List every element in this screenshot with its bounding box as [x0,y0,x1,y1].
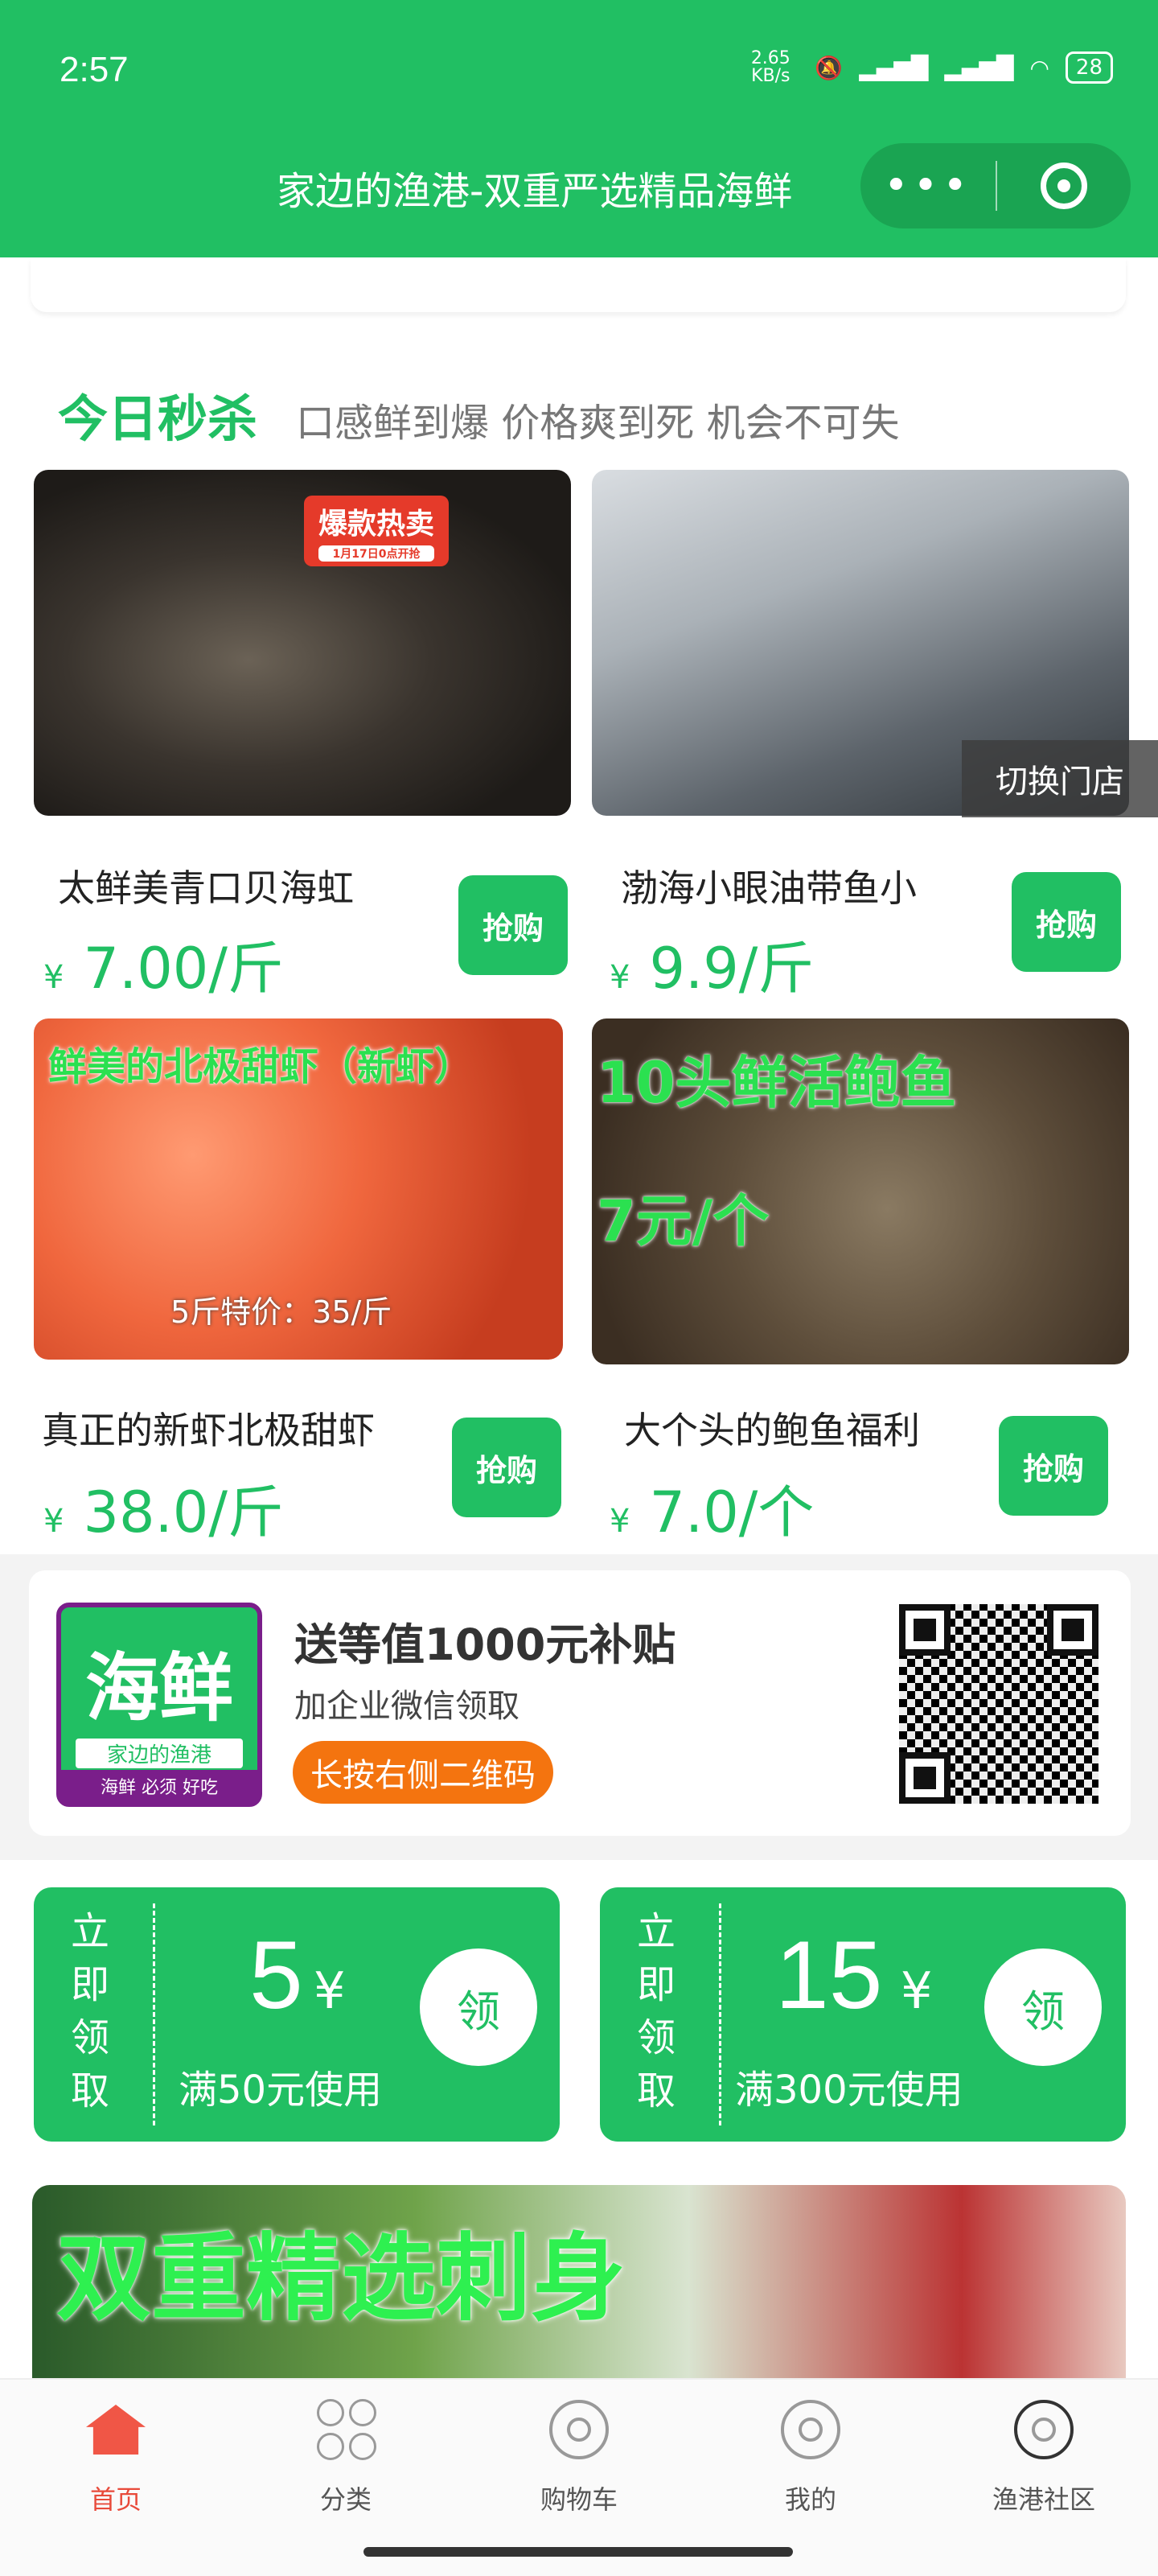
qr-code[interactable] [896,1601,1102,1807]
tab-label: 购物车 [540,2484,618,2515]
status-icons: 2.65 KB/s 🔕 ▂▄▆█ ▂▄▆█ ◠ 28 [742,50,1113,85]
price-value: 7.0/个 [649,1479,815,1545]
coupon-amount: 15 [775,1921,883,2029]
yen-symbol: ¥ [610,959,630,996]
status-bar: 2:57 2.65 KB/s 🔕 ▂▄▆█ ▂▄▆█ ◠ 28 [0,0,1158,129]
tab-label: 我的 [784,2484,836,2515]
yen-symbol: ¥ [610,1503,630,1540]
tab-label: 首页 [89,2484,142,2515]
image-caption: 5斤特价：35/斤 [170,1294,392,1330]
coupon-side-label: 立即领取 [71,1909,110,2113]
buy-button[interactable]: 抢购 [1012,872,1121,972]
flash-sale-subtitle: 口感鲜到爆 价格爽到死 机会不可失 [296,401,900,446]
tab-label: 渔港社区 [992,2484,1095,2515]
home-icon [84,2397,148,2462]
tab-community[interactable]: 渔港社区 [963,2397,1124,2516]
top-card-edge [31,257,1126,312]
product-price: ¥9.9/斤 [610,924,814,1005]
hot-badge-date: 1月17日0点开抢 [318,545,435,562]
profile-icon [778,2397,843,2462]
product-image-shrimp[interactable]: 鲜美的北极甜虾（新虾） 5斤特价：35/斤 [34,1018,563,1360]
community-icon [1012,2397,1076,2462]
close-button[interactable] [997,163,1131,209]
coupon-card[interactable]: 立即领取 15 ¥ 满300元使用 领 [600,1887,1126,2142]
image-caption: 7元/个 [597,1188,770,1254]
product-name[interactable]: 太鲜美青口贝海虹 [58,859,354,912]
flash-sale-header: 今日秒杀 口感鲜到爆 价格爽到死 机会不可失 [58,378,900,451]
net-speed: 2.65 KB/s [750,48,790,86]
price-value: 9.9/斤 [649,936,815,1002]
promo-hint-pill: 长按右侧二维码 [293,1741,553,1804]
product-card[interactable]: 鲜美的北极甜虾（新虾） 5斤特价：35/斤 真正的新虾北极甜虾 ¥38.0/斤 … [34,1018,571,1549]
tab-category[interactable]: 分类 [265,2397,426,2516]
status-time: 2:57 [60,50,129,89]
coupon-condition: 满300元使用 [735,2068,963,2113]
wechat-promo-card[interactable]: 海鲜 家边的渔港 海鲜 必须 好吃 送等值1000元补贴 加企业微信领取 长按右… [29,1570,1131,1836]
logo-subtext: 家边的渔港 [76,1739,243,1768]
buy-button[interactable]: 抢购 [452,1418,561,1517]
image-caption: 鲜美的北极甜虾（新虾） [48,1044,474,1089]
buy-button[interactable]: 抢购 [458,875,568,975]
product-name[interactable]: 真正的新虾北极甜虾 [42,1401,375,1455]
category-icon [314,2397,378,2462]
coupon-divider [153,1903,155,2125]
image-caption: 10头鲜活鲍鱼 [597,1050,957,1116]
product-card[interactable]: 爆款热卖 1月17日0点开抢 太鲜美青口贝海虹 ¥7.00/斤 抢购 [34,470,571,1002]
banner-text: 双重精选刺身 [56,2223,626,2334]
product-price: ¥7.0/个 [610,1467,814,1549]
home-indicator [363,2547,793,2557]
buy-button[interactable]: 抢购 [999,1416,1108,1516]
coupon-card[interactable]: 立即领取 5 ¥ 满50元使用 领 [34,1887,560,2142]
coupon-condition: 满50元使用 [179,2068,383,2113]
mute-icon: 🔕 [815,54,844,81]
seafood-logo: 海鲜 家边的渔港 海鲜 必须 好吃 [56,1603,262,1807]
tab-profile[interactable]: 我的 [730,2397,891,2516]
wifi-icon: ◠ [1029,54,1049,81]
claim-coupon-button[interactable]: 领 [420,1948,537,2066]
product-card[interactable]: 10头鲜活鲍鱼 7元/个 大个头的鲍鱼福利 ¥7.0/个 抢购 [592,1018,1129,1549]
signal-icon: ▂▄▆█ [859,54,929,81]
coupon-side-label: 立即领取 [637,1909,676,2113]
cart-icon [547,2397,611,2462]
claim-coupon-button[interactable]: 领 [984,1948,1102,2066]
page-title: 家边的渔港-双重严选精品海鲜 [277,169,793,214]
coupon-amount: 5 [249,1921,303,2029]
promo-description: 加企业微信领取 [294,1688,519,1725]
signal-icon-2: ▂▄▆█ [944,54,1014,81]
product-image-mussel[interactable]: 爆款热卖 1月17日0点开抢 [34,470,571,816]
product-image-abalone[interactable]: 10头鲜活鲍鱼 7元/个 [592,1018,1129,1364]
more-button[interactable]: ••• [860,162,996,210]
flash-sale-title: 今日秒杀 [58,389,258,448]
yen-symbol: ¥ [43,1503,64,1540]
product-price: ¥38.0/斤 [43,1467,284,1549]
logo-text: 海鲜 [84,1645,233,1731]
coupon-currency: ¥ [314,1961,346,2020]
price-value: 38.0/斤 [83,1479,284,1545]
tab-cart[interactable]: 购物车 [499,2397,659,2516]
promo-title: 送等值1000元补贴 [294,1619,676,1670]
product-name[interactable]: 大个头的鲍鱼福利 [624,1401,920,1455]
product-name[interactable]: 渤海小眼油带鱼小 [621,859,917,912]
logo-footer: 海鲜 必须 好吃 [61,1770,257,1802]
target-icon [1041,163,1087,209]
switch-store-button[interactable]: 切换门店 [962,740,1158,817]
tab-label: 分类 [319,2484,372,2515]
product-card[interactable]: 渤海小眼油带鱼小 ¥9.9/斤 抢购 [592,470,1129,1002]
product-price: ¥7.00/斤 [43,924,284,1005]
hot-badge-text: 爆款热卖 [318,508,435,541]
price-value: 7.00/斤 [83,936,284,1002]
title-bar: 家边的渔港-双重严选精品海鲜 ••• [0,129,1158,257]
battery-icon: 28 [1065,51,1113,84]
yen-symbol: ¥ [43,959,64,996]
hot-badge: 爆款热卖 1月17日0点开抢 [304,496,450,566]
tab-home[interactable]: 首页 [35,2397,196,2516]
coupon-divider [719,1903,721,2125]
miniprogram-capsule: ••• [860,143,1131,228]
coupon-currency: ¥ [901,1961,933,2020]
